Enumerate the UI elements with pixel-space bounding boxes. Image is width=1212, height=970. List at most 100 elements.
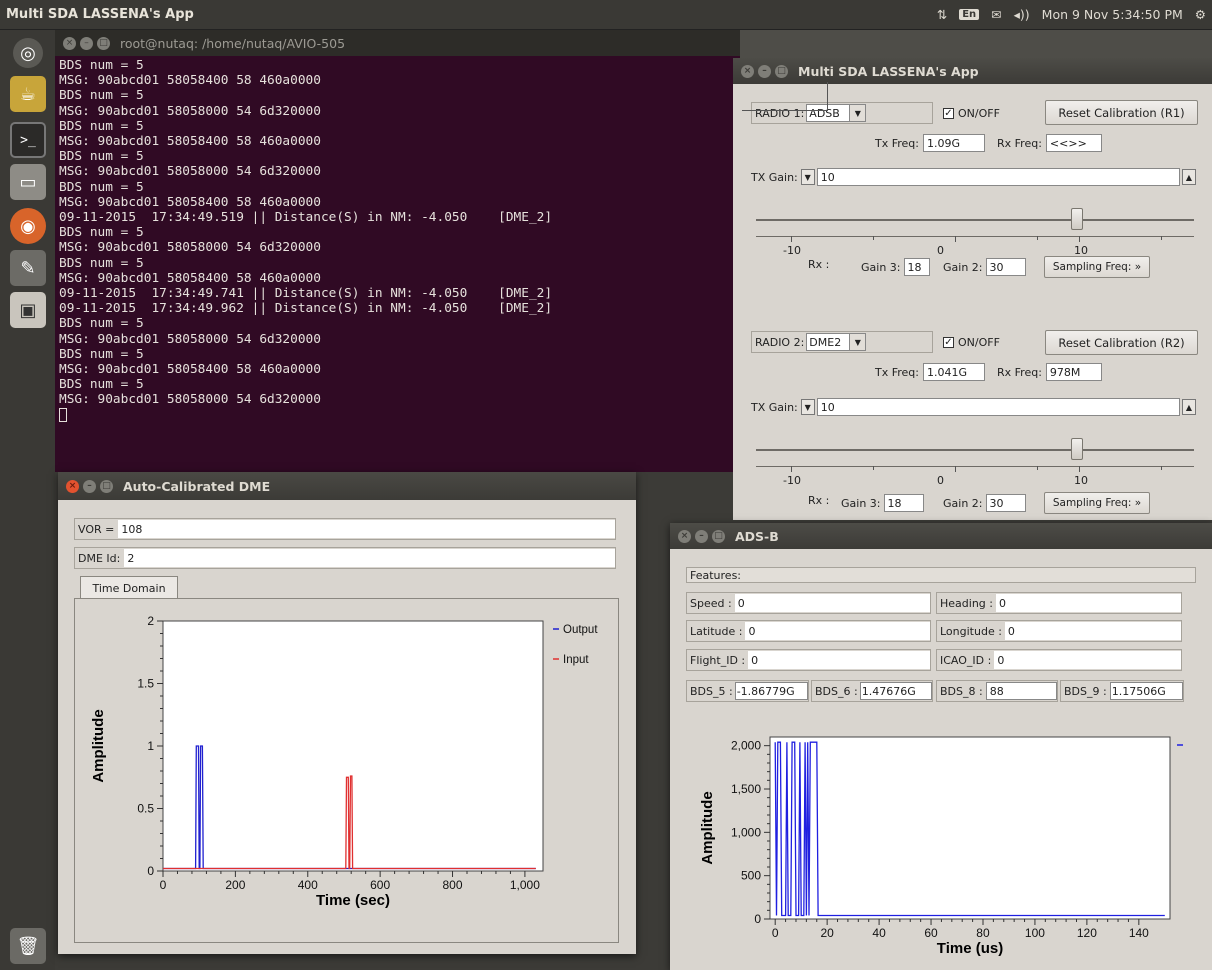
firefox-icon[interactable]: ◉ [10,208,46,244]
speed-input[interactable]: 0 [734,594,930,612]
close-icon[interactable]: × [678,529,691,543]
scale-label-max: 10 [1074,474,1088,487]
bds9-label: BDS_9 : [1064,684,1107,698]
radio2-gain3: Gain 3: 18 [841,494,924,512]
radio1-gain3-input[interactable]: 18 [903,258,930,276]
active-app-title: Multi SDA LASSENA's App [6,7,194,22]
gain2-label: Gain 2: [943,496,983,510]
terminal-title: root@nutaq: /home/nutaq/AVIO-505 [120,35,346,51]
bds9-input[interactable]: 1.17506G [1109,682,1183,700]
radio1-rx-freq-input[interactable]: <<>> [1045,134,1102,152]
maximize-icon[interactable]: □ [100,479,113,493]
close-icon[interactable]: × [66,479,79,493]
reset-calibration-r2-button[interactable]: Reset Calibration (R2) [1045,330,1198,355]
dash-home-icon[interactable]: ◎ [13,38,43,68]
legend-label: Output [563,624,598,636]
dme-titlebar[interactable]: × – □ Auto-Calibrated DME [58,472,636,500]
radio2-gain-slider-handle[interactable] [1071,438,1083,460]
radio2-tx-freq-input[interactable]: 1.041G [923,363,985,381]
lassena-window[interactable]: × – □ Multi SDA LASSENA's App RADIO 1: ADS… [733,58,1212,520]
minimize-icon[interactable]: – [758,64,771,78]
terminal-line: BDS num = 5 [59,346,144,362]
maximize-icon[interactable]: □ [712,529,725,543]
bds8-input[interactable]: 88 [985,682,1057,700]
terminal-line: MSG: 90abcd01 58058400 58 460a0000 [59,73,321,89]
terminal-titlebar[interactable]: × – □ root@nutaq: /home/nutaq/AVIO-505 [55,30,740,56]
radio1-sampling-freq-button[interactable]: Sampling Freq: » [1044,256,1150,278]
radio1-onoff[interactable]: ✓ ON/OFF [943,104,1000,122]
maximize-icon[interactable]: □ [97,36,110,50]
y-tick-label: 1.5 [137,677,154,691]
power-gear-icon[interactable]: ⚙ [1195,7,1206,22]
network-icon[interactable]: ⇅ [937,7,947,22]
tx-gain-down-button[interactable]: ▼ [800,399,815,415]
radio2-rx-freq-input[interactable]: 978M [1045,363,1102,381]
longitude-input[interactable]: 0 [1004,622,1181,640]
bds6-input[interactable]: 1.47676G [859,682,932,700]
close-icon[interactable]: × [741,64,754,78]
radio1-tx-freq-input[interactable]: 1.09G [923,134,985,152]
radio1-tx-gain-input[interactable]: 10 [816,168,1180,186]
volume-icon[interactable]: ◂)) [1014,7,1030,22]
tab-time-domain[interactable]: Time Domain [80,576,178,599]
checkbox-checked-icon[interactable]: ✓ [943,336,954,348]
radio2-tx-gain: TX Gain: ▼ 10 ▲ [751,398,1196,416]
heading-label: Heading : [940,596,993,610]
vor-input[interactable]: 108 [118,520,615,538]
radio2-gain3-input[interactable]: 18 [883,494,924,512]
tx-gain-up-button[interactable]: ▲ [1182,169,1196,185]
files-icon[interactable]: ▭ [10,164,46,200]
rx-freq-label: Rx Freq: [997,136,1042,150]
tx-gain-down-button[interactable]: ▼ [800,169,815,185]
terminal-line: MSG: 90abcd01 58058000 54 6d320000 [59,240,321,256]
bds5-input[interactable]: -1.86779G [734,682,808,700]
reset-calibration-r1-button[interactable]: Reset Calibration (R1) [1045,100,1198,125]
maximize-icon[interactable]: □ [775,64,788,78]
adsb-window[interactable]: × – □ ADS-B Features: Speed :0 Heading :0 … [670,523,1212,970]
minimize-icon[interactable]: – [695,529,708,543]
terminal-line: BDS num = 5 [59,316,144,332]
radio1-gain2-input[interactable]: 30 [985,258,1026,276]
checkbox-checked-icon[interactable]: ✓ [943,107,954,119]
clock[interactable]: Mon 9 Nov 5:34:50 PM [1042,7,1183,22]
lassena-titlebar[interactable]: × – □ Multi SDA LASSENA's App [733,58,1212,84]
radio2-tx-gain-input[interactable]: 10 [816,398,1180,416]
radio2-onoff[interactable]: ✓ ON/OFF [943,333,1000,351]
trash-icon[interactable]: 🗑 [10,928,46,964]
minimize-icon[interactable]: – [83,479,96,493]
latitude-input[interactable]: 0 [745,622,930,640]
terminal-line: BDS num = 5 [59,179,144,195]
app-window-icon[interactable]: ▣ [10,292,46,328]
speed-label: Speed : [690,596,732,610]
flight-id-input[interactable]: 0 [748,651,930,669]
keyboard-layout-indicator[interactable]: En [959,9,980,20]
dme-id-input[interactable]: 2 [124,549,615,567]
minimize-icon[interactable]: – [80,36,93,50]
radio2-gain2-input[interactable]: 30 [985,494,1026,512]
heading-input[interactable]: 0 [995,594,1181,612]
radio1-mode-select[interactable]: ADSB ▼ [806,104,867,122]
terminal-window[interactable]: × – □ root@nutaq: /home/nutaq/AVIO-505 BDS… [55,30,740,472]
radio2-gain-slider-track[interactable] [756,449,1194,451]
radio2-mode-select[interactable]: DME2 ▼ [806,333,867,351]
tx-gain-up-button[interactable]: ▲ [1182,399,1196,415]
close-icon[interactable]: × [63,36,76,50]
dme-window[interactable]: × – □ Auto-Calibrated DME VOR = 108 DME Id:… [58,472,636,954]
scale-tick [873,236,874,240]
y-tick-label: 1 [147,739,154,753]
scale-tick [873,466,874,470]
y-tick-label: 0 [147,864,154,878]
radio1-gain-slider-handle[interactable] [1071,208,1083,230]
dme-time-domain-chart: 0 0.5 1 1.5 2 0 200 400 600 800 1,000 Time (sec) Amp… [90,614,598,909]
radio2-sampling-freq-button[interactable]: Sampling Freq: » [1044,492,1150,514]
settings-tools-icon[interactable]: ✎ [10,250,46,286]
longitude-label: Longitude : [940,624,1002,638]
mail-icon[interactable]: ✉ [991,7,1001,22]
teapot-app-icon[interactable]: ☕ [10,76,46,112]
radio2-rx-label: Rx : [808,494,829,507]
radio1-gain-slider-track[interactable] [756,219,1194,221]
terminal-output[interactable]: BDS num = 5 MSG: 90abcd01 58058400 58 460… [55,56,740,425]
terminal-icon[interactable]: >_ [10,122,46,158]
icao-id-input[interactable]: 0 [994,651,1181,669]
adsb-titlebar[interactable]: × – □ ADS-B [670,523,1212,549]
